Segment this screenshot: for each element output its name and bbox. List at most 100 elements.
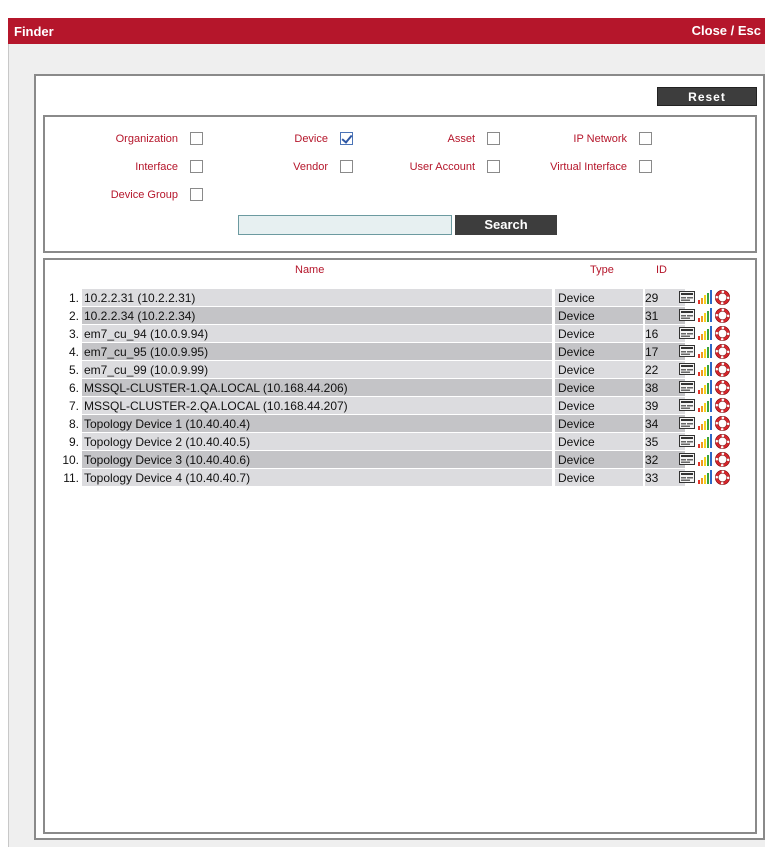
- device-name[interactable]: 10.2.2.31 (10.2.2.31): [84, 291, 195, 305]
- asset-checkbox[interactable]: [487, 132, 500, 145]
- performance-icon[interactable]: [697, 452, 713, 469]
- device-name[interactable]: Topology Device 3 (10.40.40.6): [84, 453, 250, 467]
- virtual-interface-checkbox[interactable]: [639, 160, 652, 173]
- row-number: 3.: [68, 327, 79, 341]
- name-cell[interactable]: 10.2.2.31 (10.2.2.31): [82, 289, 552, 306]
- ticket-lifering-icon[interactable]: [715, 416, 730, 434]
- ticket-lifering-icon[interactable]: [715, 398, 730, 416]
- name-cell[interactable]: Topology Device 4 (10.40.40.7): [82, 469, 552, 486]
- performance-icon[interactable]: [697, 380, 713, 397]
- name-cell[interactable]: MSSQL-CLUSTER-1.QA.LOCAL (10.168.44.206): [82, 379, 552, 396]
- ticket-lifering-icon[interactable]: [715, 470, 730, 488]
- search-button[interactable]: Search: [455, 215, 557, 235]
- performance-icon[interactable]: [697, 308, 713, 325]
- properties-icon[interactable]: [679, 362, 695, 379]
- ticket-lifering-icon[interactable]: [715, 326, 730, 344]
- ticket-lifering-icon[interactable]: [715, 362, 730, 380]
- name-cell[interactable]: Topology Device 2 (10.40.40.5): [82, 433, 552, 450]
- table-row[interactable]: 2. 10.2.2.34 (10.2.2.34) Device 31: [49, 307, 749, 325]
- organization-checkbox[interactable]: [190, 132, 203, 145]
- properties-icon[interactable]: [679, 290, 695, 307]
- device-name[interactable]: Topology Device 1 (10.40.40.4): [84, 417, 250, 431]
- row-actions: [679, 434, 743, 450]
- search-input[interactable]: [238, 215, 452, 235]
- name-cell[interactable]: MSSQL-CLUSTER-2.QA.LOCAL (10.168.44.207): [82, 397, 552, 414]
- performance-icon[interactable]: [697, 362, 713, 379]
- performance-icon[interactable]: [697, 398, 713, 415]
- device-name[interactable]: em7_cu_95 (10.0.9.95): [84, 345, 208, 359]
- ticket-lifering-icon[interactable]: [715, 380, 730, 398]
- row-number: 5.: [68, 363, 79, 377]
- device-checkbox[interactable]: [340, 132, 353, 145]
- properties-icon[interactable]: [679, 434, 695, 451]
- name-cell[interactable]: em7_cu_94 (10.0.9.94): [82, 325, 552, 342]
- device-id: 22: [645, 363, 659, 377]
- row-actions: [679, 380, 743, 396]
- device-name[interactable]: MSSQL-CLUSTER-2.QA.LOCAL (10.168.44.207): [84, 399, 348, 413]
- table-row[interactable]: 9. Topology Device 2 (10.40.40.5) Device 35: [49, 433, 749, 451]
- type-column-header[interactable]: Type: [590, 264, 614, 276]
- table-row[interactable]: 4. em7_cu_95 (10.0.9.95) Device 17: [49, 343, 749, 361]
- name-cell[interactable]: em7_cu_99 (10.0.9.99): [82, 361, 552, 378]
- name-column-header[interactable]: Name: [295, 264, 324, 276]
- device-type: Device: [558, 417, 595, 431]
- row-number: 4.: [68, 345, 79, 359]
- user-account-checkbox[interactable]: [487, 160, 500, 173]
- performance-icon[interactable]: [697, 326, 713, 343]
- filter-label: Device Group: [110, 189, 178, 201]
- device-name[interactable]: Topology Device 4 (10.40.40.7): [84, 471, 250, 485]
- name-cell[interactable]: Topology Device 3 (10.40.40.6): [82, 451, 552, 468]
- properties-icon[interactable]: [679, 308, 695, 325]
- properties-icon[interactable]: [679, 344, 695, 361]
- ip-network-checkbox[interactable]: [639, 132, 652, 145]
- id-column-header[interactable]: ID: [656, 264, 667, 276]
- table-row[interactable]: 11. Topology Device 4 (10.40.40.7) Device 3…: [49, 469, 749, 487]
- device-name[interactable]: em7_cu_99 (10.0.9.99): [84, 363, 208, 377]
- table-row[interactable]: 6. MSSQL-CLUSTER-1.QA.LOCAL (10.168.44.20…: [49, 379, 749, 397]
- table-row[interactable]: 5. em7_cu_99 (10.0.9.99) Device 22: [49, 361, 749, 379]
- properties-icon[interactable]: [679, 326, 695, 343]
- name-cell[interactable]: Topology Device 1 (10.40.40.4): [82, 415, 552, 432]
- properties-icon[interactable]: [679, 416, 695, 433]
- performance-icon[interactable]: [697, 416, 713, 433]
- device-name[interactable]: em7_cu_94 (10.0.9.94): [84, 327, 208, 341]
- properties-icon[interactable]: [679, 398, 695, 415]
- performance-icon[interactable]: [697, 344, 713, 361]
- device-name[interactable]: MSSQL-CLUSTER-1.QA.LOCAL (10.168.44.206): [84, 381, 348, 395]
- filter-label: Asset: [447, 133, 475, 145]
- ticket-lifering-icon[interactable]: [715, 308, 730, 326]
- device-group-checkbox[interactable]: [190, 188, 203, 201]
- ticket-lifering-icon[interactable]: [715, 344, 730, 362]
- interface-checkbox[interactable]: [190, 160, 203, 173]
- table-row[interactable]: 1. 10.2.2.31 (10.2.2.31) Device 29: [49, 289, 749, 307]
- filter-virtual-interface: Virtual Interface: [512, 159, 664, 175]
- close-button[interactable]: Close / Esc: [692, 23, 761, 38]
- table-row[interactable]: 3. em7_cu_94 (10.0.9.94) Device 16: [49, 325, 749, 343]
- finder-panel: Reset Organization Device Asset IP Netwo…: [34, 74, 765, 840]
- row-number: 9.: [68, 435, 79, 449]
- device-name[interactable]: 10.2.2.34 (10.2.2.34): [84, 309, 195, 323]
- name-cell[interactable]: em7_cu_95 (10.0.9.95): [82, 343, 552, 360]
- device-type: Device: [558, 345, 595, 359]
- table-row[interactable]: 7. MSSQL-CLUSTER-2.QA.LOCAL (10.168.44.20…: [49, 397, 749, 415]
- performance-icon[interactable]: [697, 470, 713, 487]
- properties-icon[interactable]: [679, 470, 695, 487]
- properties-icon[interactable]: [679, 452, 695, 469]
- filter-label: Interface: [135, 161, 178, 173]
- ticket-lifering-icon[interactable]: [715, 452, 730, 470]
- device-type: Device: [558, 453, 595, 467]
- performance-icon[interactable]: [697, 290, 713, 307]
- performance-icon[interactable]: [697, 434, 713, 451]
- reset-button[interactable]: Reset: [657, 87, 757, 106]
- table-row[interactable]: 10. Topology Device 3 (10.40.40.6) Device 3…: [49, 451, 749, 469]
- ticket-lifering-icon[interactable]: [715, 434, 730, 452]
- properties-icon[interactable]: [679, 380, 695, 397]
- device-name[interactable]: Topology Device 2 (10.40.40.5): [84, 435, 250, 449]
- name-cell[interactable]: 10.2.2.34 (10.2.2.34): [82, 307, 552, 324]
- row-number: 1.: [68, 291, 79, 305]
- vendor-checkbox[interactable]: [340, 160, 353, 173]
- table-row[interactable]: 8. Topology Device 1 (10.40.40.4) Device 34: [49, 415, 749, 433]
- type-cell: Device: [555, 415, 643, 432]
- ticket-lifering-icon[interactable]: [715, 290, 730, 308]
- row-actions: [679, 326, 743, 342]
